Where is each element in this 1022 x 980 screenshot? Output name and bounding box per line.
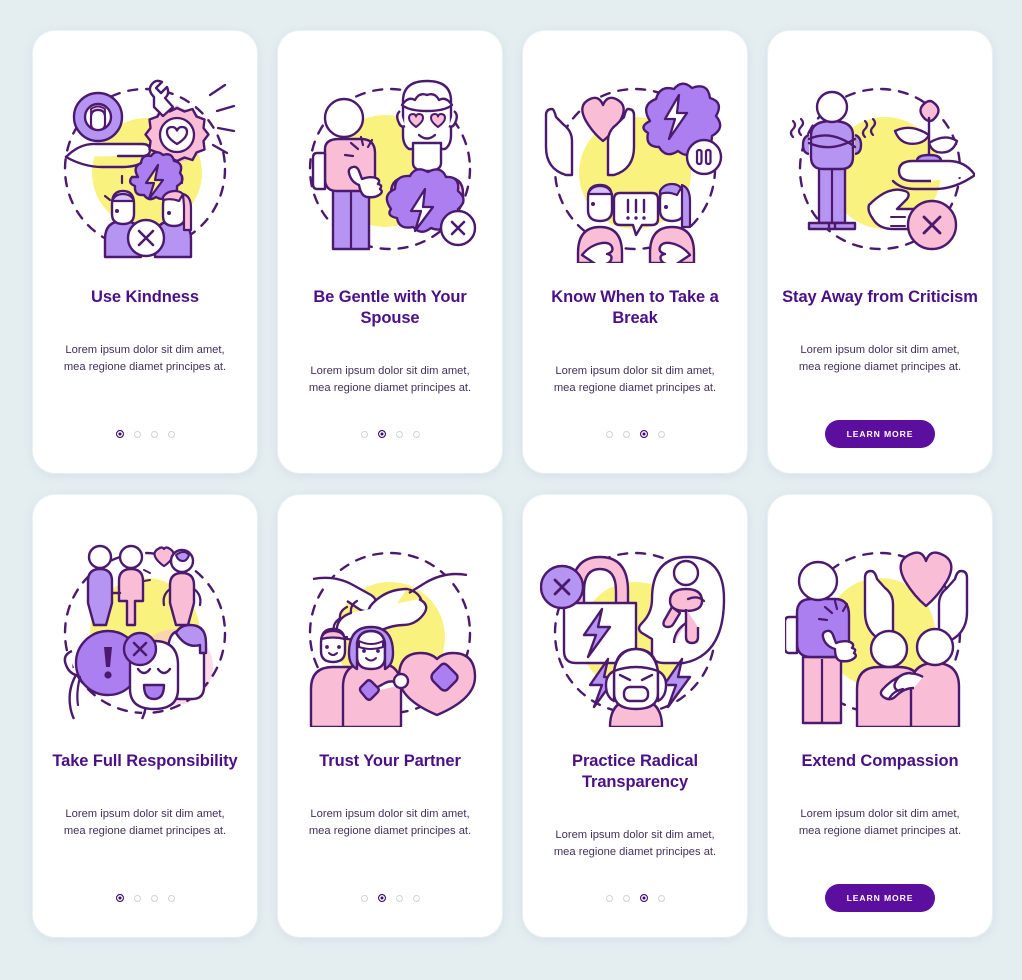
pagination-dot-1[interactable]: [115, 894, 124, 902]
hands-heart-hug-comfort-icon: [785, 551, 969, 727]
pagination-dot-1[interactable]: [605, 894, 613, 902]
screen-footer: [33, 395, 257, 473]
onboarding-screen-trust-your-partner[interactable]: Trust Your Partner Lorem ipsum dolor sit…: [278, 495, 502, 937]
handshake-couple-bandaged-heart-icon: [308, 551, 477, 727]
onboarding-screen-use-kindness[interactable]: Use Kindness Lorem ipsum dolor sit dim a…: [33, 31, 257, 473]
onboarding-screen-practice-radical-transparency[interactable]: Practice Radical Transparency Lorem ipsu…: [523, 495, 747, 937]
pagination-dot-1[interactable]: [360, 894, 368, 902]
screen-description: Lorem ipsum dolor sit dim amet, mea regi…: [553, 829, 717, 859]
screen-description: Lorem ipsum dolor sit dim amet, mea regi…: [798, 808, 962, 838]
onboarding-screen-extend-compassion[interactable]: Extend Compassion Lorem ipsum dolor sit …: [768, 495, 992, 937]
screen-title: Practice Radical Transparency: [572, 752, 698, 792]
onboarding-screens-grid: Use Kindness Lorem ipsum dolor sit dim a…: [0, 0, 1022, 980]
pagination-dots[interactable]: [360, 894, 420, 902]
crossed-arms-plant-pointing-finger-icon: [789, 87, 975, 251]
pagination-dot-1[interactable]: [605, 430, 613, 438]
pagination-dot-2[interactable]: [622, 430, 630, 438]
pagination-dot-1[interactable]: [115, 430, 124, 438]
lock-head-yoga-lightning-icon: [540, 551, 726, 727]
pagination-dot-3[interactable]: [395, 430, 403, 438]
onboarding-screen-know-when-to-take-a-break[interactable]: Know When to Take a Break Lorem ipsum do…: [523, 31, 747, 473]
screen-title: Use Kindness: [91, 288, 199, 306]
pagination-dot-4[interactable]: [412, 430, 420, 438]
learn-more-button[interactable]: LEARN MORE: [824, 420, 936, 448]
pagination-dot-2[interactable]: [133, 430, 141, 438]
pagination-dot-4[interactable]: [412, 894, 420, 902]
pagination-dot-2[interactable]: [377, 430, 386, 438]
kindness-hand-gear-heart-icon: [63, 79, 236, 259]
screen-description: Lorem ipsum dolor sit dim amet, mea regi…: [553, 365, 717, 395]
pagination-dot-2[interactable]: [133, 894, 141, 902]
pagination-dot-2[interactable]: [622, 894, 630, 902]
pagination-dots[interactable]: [360, 430, 420, 438]
screen-description: Lorem ipsum dolor sit dim amet, mea regi…: [798, 344, 962, 374]
pagination-dot-4[interactable]: [167, 430, 175, 438]
screen-footer: LEARN MORE: [768, 859, 992, 937]
screen-description: Lorem ipsum dolor sit dim amet, mea regi…: [63, 808, 227, 838]
pagination-dot-3[interactable]: [150, 894, 158, 902]
pagination-dots[interactable]: [605, 894, 665, 902]
pagination-dot-3[interactable]: [639, 894, 648, 902]
pagination-dot-1[interactable]: [360, 430, 368, 438]
screen-footer: [278, 395, 502, 473]
screen-description: Lorem ipsum dolor sit dim amet, mea regi…: [63, 344, 227, 374]
pagination-dots[interactable]: [115, 430, 175, 438]
screen-title: Trust Your Partner: [319, 752, 461, 770]
screen-footer: [278, 859, 502, 937]
screen-footer: [523, 395, 747, 473]
screen-title: Stay Away from Criticism: [782, 288, 978, 306]
pagination-dot-3[interactable]: [639, 430, 648, 438]
screen-description: Lorem ipsum dolor sit dim amet, mea regi…: [308, 808, 472, 838]
onboarding-screen-stay-away-from-criticism[interactable]: Stay Away from Criticism Lorem ipsum dol…: [768, 31, 992, 473]
pagination-dot-3[interactable]: [395, 894, 403, 902]
screen-footer: LEARN MORE: [768, 395, 992, 473]
pagination-dot-4[interactable]: [167, 894, 175, 902]
screen-footer: [33, 859, 257, 937]
couple-heart-eyes-anger-cloud-icon: [308, 79, 477, 251]
pagination-dot-3[interactable]: [150, 430, 158, 438]
pagination-dot-4[interactable]: [657, 894, 665, 902]
screen-title: Know When to Take a Break: [551, 288, 719, 328]
screen-title: Be Gentle with Your Spouse: [313, 288, 467, 328]
learn-more-button[interactable]: LEARN MORE: [824, 884, 936, 912]
screen-title: Extend Compassion: [801, 752, 959, 770]
hands-heart-pause-argument-icon: [544, 82, 723, 263]
pagination-dots[interactable]: [605, 430, 665, 438]
onboarding-screen-be-gentle-with-your-spouse[interactable]: Be Gentle with Your Spouse Lorem ipsum d…: [278, 31, 502, 473]
screen-title: Take Full Responsibility: [52, 752, 238, 770]
pagination-dots[interactable]: [115, 894, 175, 902]
screen-description: Lorem ipsum dolor sit dim amet, mea regi…: [308, 365, 472, 395]
family-exclamation-mask-icon: [63, 544, 227, 720]
screen-footer: [523, 859, 747, 937]
pagination-dot-2[interactable]: [377, 894, 386, 902]
onboarding-screen-take-full-responsibility[interactable]: Take Full Responsibility Lorem ipsum dol…: [33, 495, 257, 937]
pagination-dot-4[interactable]: [657, 430, 665, 438]
